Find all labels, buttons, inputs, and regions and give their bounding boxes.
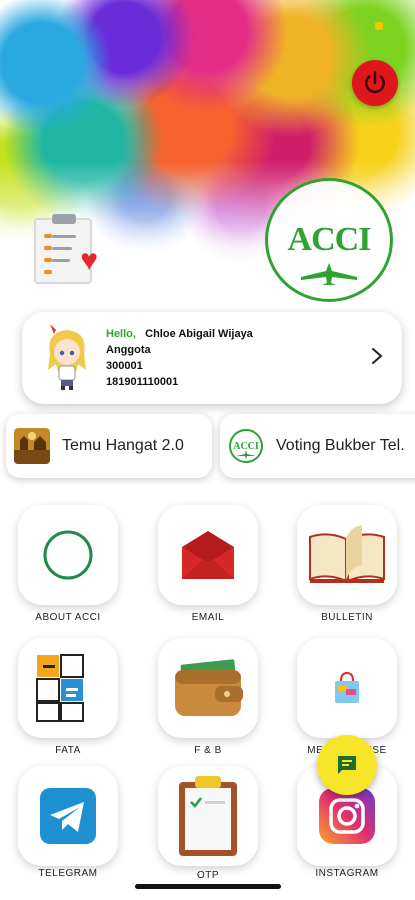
chevron-right-icon[interactable] (370, 346, 384, 366)
telegram-icon (40, 788, 96, 844)
acci-logo: ACCI (265, 178, 393, 302)
wallet-icon (175, 659, 243, 716)
heart-icon: ♥ (80, 244, 98, 277)
envelope-icon (182, 531, 234, 579)
logo-text: ACCI (287, 221, 372, 258)
menu-otp[interactable] (158, 766, 258, 866)
menu-label: EMAIL (191, 612, 225, 623)
menu-label: BULLETIN (321, 612, 373, 623)
greeting: Hello, (106, 328, 136, 340)
member-number: 181901110001 (106, 376, 179, 388)
fata-icon (36, 654, 84, 722)
power-icon (364, 71, 386, 94)
book-icon (309, 525, 385, 583)
acci-small-logo-icon: ACCI (229, 429, 263, 463)
instagram-icon (319, 788, 375, 844)
quick-link-voting-bukber[interactable]: ACCI Voting Bukber Tel. (220, 414, 415, 478)
menu-fata[interactable] (18, 638, 118, 738)
clipboard-check-icon (179, 776, 237, 856)
menu-telegram[interactable] (18, 766, 118, 866)
member-code: 300001 (106, 360, 143, 372)
profile-card[interactable]: Hello, Chloe Abigail Wijaya Anggota 3000… (22, 312, 402, 404)
menu-bulletin[interactable] (297, 505, 397, 605)
menu-label: INSTAGRAM (315, 868, 379, 879)
menu-label: ABOUT ACCI (35, 612, 101, 623)
status-dot (375, 22, 383, 30)
health-clipboard-icon[interactable]: ♥ (34, 214, 98, 284)
menu-label: FATA (55, 745, 81, 756)
event-thumbnail-icon (14, 428, 50, 464)
menu-about-acci[interactable] (18, 505, 118, 605)
chat-fab-button[interactable] (317, 735, 377, 795)
avatar (48, 324, 86, 390)
circle-icon (43, 530, 93, 580)
menu-email[interactable] (158, 505, 258, 605)
quick-link-label: Temu Hangat 2.0 (62, 437, 184, 454)
member-role: Anggota (106, 344, 151, 356)
menu-label: OTP (196, 870, 220, 881)
menu-label: TELEGRAM (38, 868, 98, 879)
plane-icon (301, 263, 357, 285)
quick-link-temu-hangat[interactable]: Temu Hangat 2.0 (6, 414, 212, 478)
power-button[interactable] (352, 60, 398, 106)
profile-details: Hello, Chloe Abigail Wijaya Anggota 3000… (106, 326, 253, 390)
shopping-bag-icon (335, 671, 359, 703)
home-indicator[interactable] (135, 884, 281, 889)
header-banner: ♥ ACCI (0, 0, 415, 315)
menu-label: F & B (194, 745, 222, 756)
chat-icon (338, 756, 356, 774)
menu-merchandise[interactable] (297, 638, 397, 738)
quick-link-label: Voting Bukber Tel. (276, 437, 405, 454)
member-name: Chloe Abigail Wijaya (145, 328, 253, 340)
menu-f-and-b[interactable] (158, 638, 258, 738)
